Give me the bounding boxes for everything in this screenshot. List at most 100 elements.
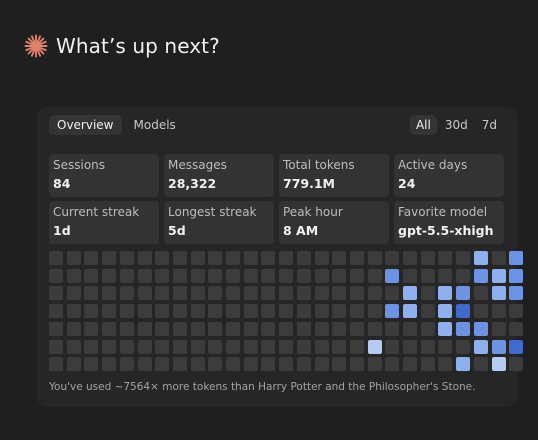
stat-label: Sessions [53,158,106,172]
range-all[interactable]: All [409,115,437,135]
heatmap-cell [243,321,258,336]
heatmap-cell [102,251,117,265]
heatmap-cell [137,321,152,336]
heatmap-cell [509,304,524,319]
heatmap-cell [279,357,294,372]
stat-value: 5d [168,223,186,238]
heatmap-cell [172,268,187,283]
heatmap-cell [190,268,205,283]
heatmap-cell [509,286,524,301]
heatmap-cell [314,321,329,336]
heatmap-cell [314,304,329,319]
heatmap-cell [349,357,364,372]
range-30d[interactable]: 30d [439,115,474,135]
heatmap-cell [84,286,99,301]
heatmap-cell [119,304,134,319]
view-tabs: Overview Models [49,115,184,135]
heatmap-cell [261,321,276,336]
stat-longest-streak: Longest streak 5d [164,201,274,244]
heatmap-cell [332,339,347,354]
tab-overview[interactable]: Overview [49,115,122,135]
heatmap-cell [349,321,364,336]
heatmap-cell [49,251,63,265]
heatmap-cell [119,286,134,301]
range-7d[interactable]: 7d [476,115,503,135]
heatmap-cell [172,357,187,372]
stat-label: Longest streak [168,205,257,219]
heatmap-cell [403,304,417,319]
stat-value: 1d [53,223,71,238]
stat-value: 84 [53,176,71,191]
usage-card: Overview Models All 30d 7d Sessions 84 M… [37,107,524,407]
stat-peak-hour: Peak hour 8 AM [279,201,389,244]
heatmap-cell [438,339,453,354]
heatmap-cell [509,268,524,283]
stat-value: 24 [398,176,416,191]
heatmap-cell [66,286,81,301]
heatmap-cell [438,268,453,283]
heatmap-cell [296,251,311,265]
heatmap-cell [332,357,347,372]
heatmap-cell [226,357,240,372]
heatmap-cell [172,251,187,265]
heatmap-cell [226,339,240,354]
heatmap-cell [403,286,417,301]
heatmap-cell [509,251,524,265]
heatmap-cell [473,251,488,265]
heatmap-cell [473,321,488,336]
heatmap-cell [208,339,223,354]
heatmap-cell [208,304,223,319]
heatmap-cell [367,268,382,283]
heatmap-cell [66,251,81,265]
heatmap-cell [102,304,117,319]
heatmap-cell [491,321,506,336]
heatmap-cell [403,251,417,265]
heatmap-cell [491,304,506,319]
sparkle-icon [24,34,48,58]
heatmap-cell [119,357,134,372]
heatmap-cell [279,304,294,319]
heatmap-cell [456,268,471,283]
tab-models[interactable]: Models [126,115,184,135]
page-header: What’s up next? [24,34,220,58]
heatmap-cell [84,251,99,265]
heatmap-cell [261,339,276,354]
heatmap-cell [403,268,417,283]
heatmap-cell [296,268,311,283]
heatmap-cell [243,251,258,265]
heatmap-cell [261,286,276,301]
heatmap-cell [456,304,471,319]
stat-label: Favorite model [398,205,488,219]
heatmap-cell [332,268,347,283]
heatmap-cell [208,251,223,265]
heatmap-cell [155,357,170,372]
heatmap-cell [403,339,417,354]
heatmap-cell [420,339,435,354]
heatmap-cell [473,357,488,372]
heatmap-cell [190,321,205,336]
heatmap-cell [190,286,205,301]
heatmap-cell [279,251,294,265]
heatmap-cell [243,357,258,372]
heatmap-cell [367,286,382,301]
heatmap-cell [438,357,453,372]
heatmap-cell [49,357,63,372]
stat-favorite-model: Favorite model gpt-5.5-xhigh [394,201,504,244]
heatmap-cell [314,339,329,354]
heatmap-cell [49,339,63,354]
heatmap-cell [137,286,152,301]
heatmap-cell [261,268,276,283]
heatmap-cell [420,268,435,283]
heatmap-cell [420,286,435,301]
stat-messages: Messages 28,322 [164,154,274,197]
stat-label: Active days [398,158,468,172]
heatmap-cell [243,339,258,354]
heatmap-cell [349,251,364,265]
stat-total-tokens: Total tokens 779.1M [279,154,389,197]
heatmap-cell [491,268,506,283]
heatmap-cell [385,321,400,336]
heatmap-cell [403,321,417,336]
heatmap-cell [119,339,134,354]
heatmap-cell [137,357,152,372]
heatmap-cell [385,339,400,354]
